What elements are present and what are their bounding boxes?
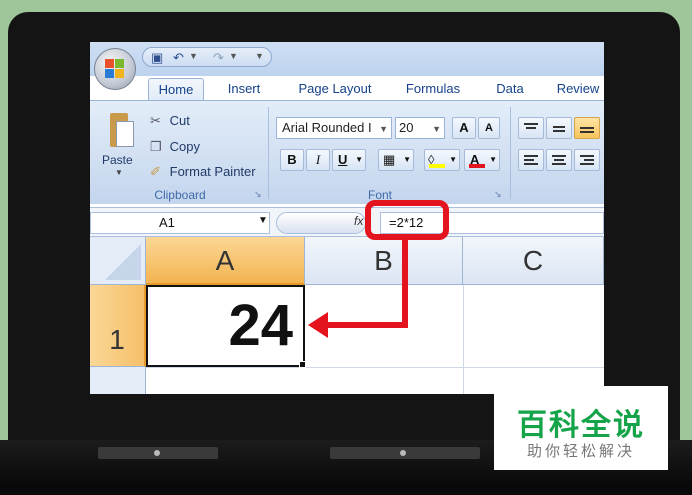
watermark-title: 百科全说 [517, 409, 645, 442]
arrow-head-icon [308, 312, 328, 338]
arrow-line [325, 238, 408, 328]
office-button[interactable] [94, 48, 136, 90]
watermark-subtitle: 助你轻松解决 [526, 443, 635, 460]
watermark: 百科全说 助你轻松解决 [494, 386, 668, 470]
office-logo-icon [105, 59, 125, 79]
